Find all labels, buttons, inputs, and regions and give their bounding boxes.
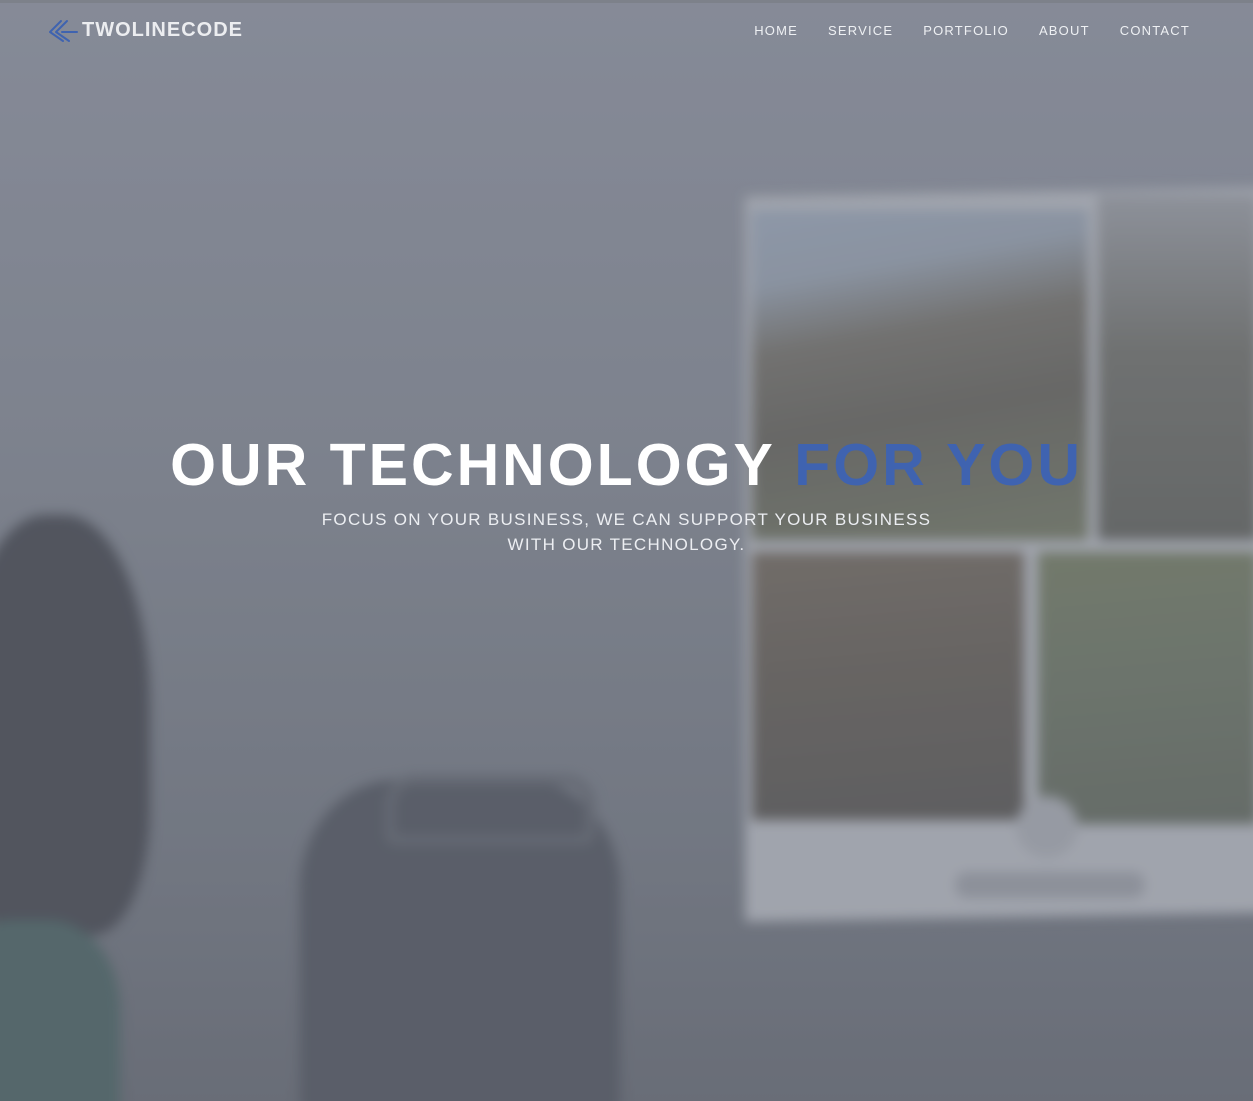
hero-tagline: FOCUS ON YOUR BUSINESS, WE CAN SUPPORT Y… [313,507,940,557]
hero-headline: OUR TECHNOLOGY FOR YOU [0,430,1253,500]
top-navbar: TWOLINECODE HOME SERVICE PORTFOLIO ABOUT… [0,0,1253,62]
headline-main-text: OUR TECHNOLOGY [170,432,775,498]
nav-item-service[interactable]: SERVICE [828,23,893,38]
main-nav: HOME SERVICE PORTFOLIO ABOUT CONTACT [754,23,1190,38]
double-chevron-logo-icon [49,20,78,42]
headline-accent-text: FOR YOU [794,432,1083,498]
brand-name: TWOLINECODE [82,18,243,41]
tagline-line-2: WITH OUR TECHNOLOGY. [507,535,746,554]
nav-item-contact[interactable]: CONTACT [1120,23,1190,38]
nav-item-about[interactable]: ABOUT [1039,23,1090,38]
tagline-line-1: FOCUS ON YOUR BUSINESS, WE CAN SUPPORT Y… [321,510,932,529]
hero-section: TWOLINECODE HOME SERVICE PORTFOLIO ABOUT… [0,0,1253,1101]
nav-item-portfolio[interactable]: PORTFOLIO [923,23,1009,38]
brand-logo-link[interactable]: TWOLINECODE [48,17,243,43]
nav-item-home[interactable]: HOME [754,23,798,38]
